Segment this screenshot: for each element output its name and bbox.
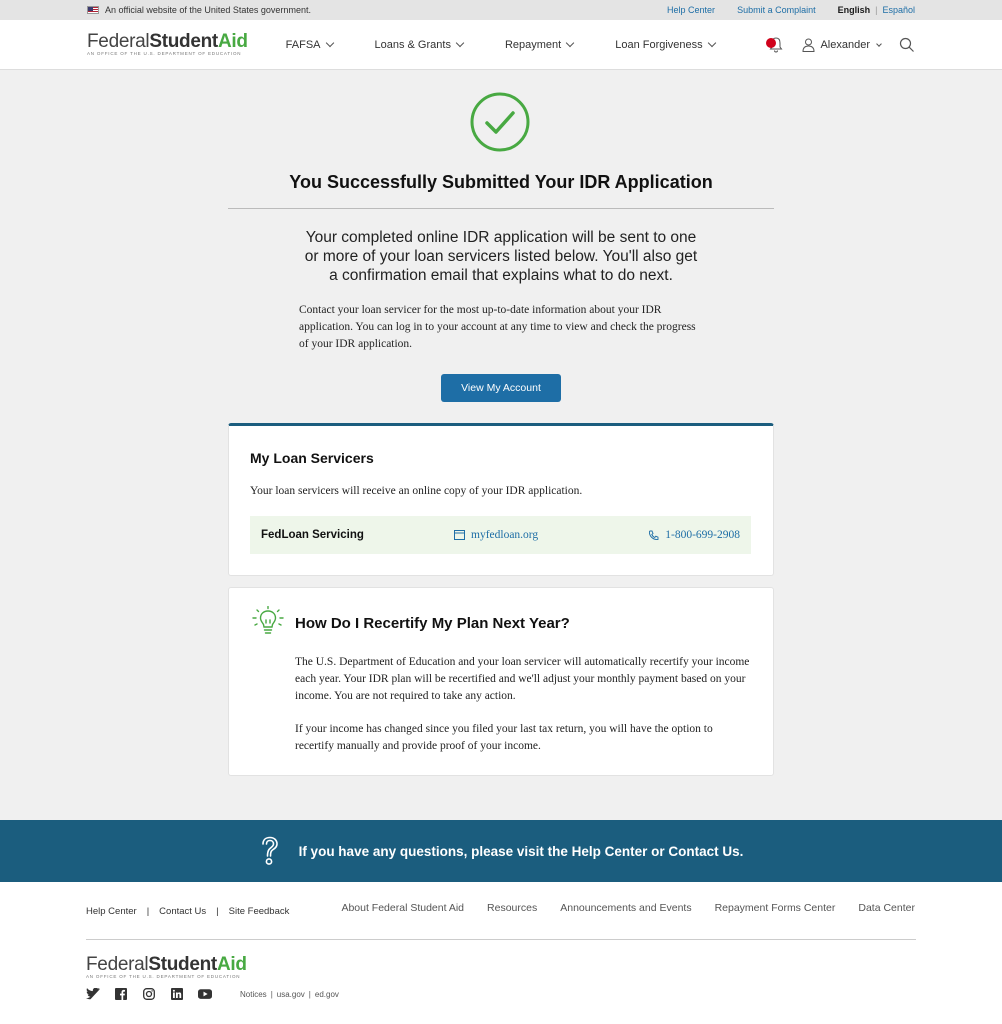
legal-separator: | <box>308 989 311 999</box>
instagram-icon[interactable] <box>142 988 156 1000</box>
user-icon <box>802 38 815 52</box>
help-band-text[interactable]: If you have any questions, please visit … <box>299 844 744 859</box>
site-footer: Help Center | Contact Us | Site Feedback… <box>0 882 1002 1024</box>
footer-help-center-link[interactable]: Help Center <box>86 906 137 917</box>
search-icon[interactable] <box>899 37 915 53</box>
servicer-phone-link[interactable]: 1-800-699-2908 <box>648 529 740 541</box>
notification-bell-icon[interactable] <box>766 36 784 54</box>
youtube-icon[interactable] <box>198 988 212 1000</box>
nav-loan-forgiveness[interactable]: Loan Forgiveness <box>615 38 716 51</box>
nav-loans-grants[interactable]: Loans & Grants <box>374 38 465 51</box>
legal-separator: | <box>270 989 273 999</box>
logo-federal: Federal <box>87 31 150 53</box>
servicer-row: FedLoan Servicing myfedloan.org 1-800-69… <box>250 516 751 554</box>
logo-student: Student <box>148 954 217 975</box>
ed-gov-link[interactable]: ed.gov <box>315 990 339 999</box>
us-flag-icon <box>87 6 99 14</box>
footer-data-center-link[interactable]: Data Center <box>858 902 915 914</box>
footer-resources-link[interactable]: Resources <box>487 902 537 914</box>
banner-help-center-link[interactable]: Help Center <box>667 5 715 15</box>
footer-fsa-logo[interactable]: FederalStudentAid An OFFICE of the U.S. … <box>86 955 247 980</box>
chevron-down-icon <box>325 38 334 48</box>
logo-student: Student <box>149 31 218 53</box>
recertify-paragraph-2: If your income has changed since you fil… <box>295 723 713 752</box>
lightbulb-icon <box>252 606 284 634</box>
nav-label: Loans & Grants <box>374 38 451 51</box>
question-icon <box>261 836 278 865</box>
chevron-down-icon <box>707 38 716 48</box>
logo-aid: Aid <box>217 31 248 53</box>
recertify-card: How Do I Recertify My Plan Next Year? Th… <box>228 587 774 776</box>
servicer-phone-text: 1-800-699-2908 <box>665 529 740 541</box>
gov-banner: An official website of the United States… <box>0 0 1002 20</box>
linkedin-icon[interactable] <box>170 988 184 1000</box>
usa-gov-link[interactable]: usa.gov <box>277 990 305 999</box>
view-my-account-button[interactable]: View My Account <box>441 374 561 402</box>
recertify-paragraph-1: The U.S. Department of Education and you… <box>295 656 750 702</box>
nav-fafsa[interactable]: FAFSA <box>285 38 334 51</box>
phone-icon <box>649 530 659 540</box>
main-nav: FAFSA Loans & Grants Repayment Loan Forg… <box>286 39 757 51</box>
lang-separator: | <box>875 5 878 15</box>
facebook-icon[interactable] <box>114 988 128 1000</box>
chevron-down-icon <box>565 38 575 48</box>
nav-repayment[interactable]: Repayment <box>504 38 575 51</box>
logo-aid: Aid <box>216 954 247 975</box>
help-band: If you have any questions, please visit … <box>0 820 1002 882</box>
footer-repayment-forms-link[interactable]: Repayment Forms Center <box>715 902 836 914</box>
footer-left-links: Help Center | Contact Us | Site Feedback <box>86 906 289 917</box>
chevron-down-icon <box>455 38 465 48</box>
footer-contact-us-link[interactable]: Contact Us <box>159 906 206 917</box>
servicer-website-link[interactable]: myfedloan.org <box>454 529 538 541</box>
logo-wordmark: FederalStudentAid <box>87 32 248 51</box>
loan-servicers-description: Your loan servicers will receive an onli… <box>250 485 583 497</box>
servicer-name: FedLoan Servicing <box>261 529 364 541</box>
logo-tagline: An OFFICE of the U.S. DEPARTMENT of EDUC… <box>87 51 242 57</box>
footer-separator: | <box>216 906 219 917</box>
footer-right-links: About Federal Student Aid Resources Anno… <box>341 902 915 914</box>
logo-tagline: An OFFICE of the U.S. DEPARTMENT of EDUC… <box>86 974 241 979</box>
legal-links: Notices | usa.gov | ed.gov <box>240 990 339 999</box>
page-title: You Successfully Submitted Your IDR Appl… <box>289 172 713 192</box>
lang-english[interactable]: English <box>838 5 871 15</box>
body-text: Contact your loan servicer for the most … <box>299 304 696 350</box>
gov-banner-left: An official website of the United States… <box>87 5 311 15</box>
social-links: Notices | usa.gov | ed.gov <box>86 988 339 1000</box>
chevron-down-icon <box>876 41 882 47</box>
footer-announcements-link[interactable]: Announcements and Events <box>560 902 691 914</box>
lang-espanol[interactable]: Español <box>882 5 915 15</box>
notices-link[interactable]: Notices <box>240 990 267 999</box>
website-icon <box>454 530 465 540</box>
twitter-icon[interactable] <box>86 988 100 1000</box>
footer-site-feedback-link[interactable]: Site Feedback <box>229 906 290 917</box>
banner-submit-complaint-link[interactable]: Submit a Complaint <box>737 5 816 15</box>
language-switcher: English | Español <box>838 5 915 15</box>
nav-label: Repayment <box>504 38 562 51</box>
gov-banner-text: An official website of the United States… <box>105 5 311 15</box>
loan-servicers-title: My Loan Servicers <box>250 450 374 466</box>
nav-label: Loan Forgiveness <box>615 38 703 51</box>
footer-divider <box>86 939 916 940</box>
user-menu[interactable]: Alexander <box>802 38 882 52</box>
header-actions: Alexander <box>766 20 915 70</box>
user-name: Alexander <box>820 39 870 51</box>
footer-separator: | <box>146 906 150 917</box>
recertify-title: How Do I Recertify My Plan Next Year? <box>295 615 570 632</box>
fsa-logo[interactable]: FederalStudentAid An OFFICE of the U.S. … <box>87 32 248 57</box>
check-circle-icon <box>470 92 530 152</box>
footer-about-link[interactable]: About Federal Student Aid <box>341 902 464 914</box>
logo-federal: Federal <box>86 954 149 975</box>
servicer-website-text: myfedloan.org <box>471 529 539 541</box>
loan-servicers-card: My Loan Servicers Your loan servicers wi… <box>228 423 774 576</box>
title-divider <box>228 208 774 209</box>
gov-banner-right: Help Center Submit a Complaint English |… <box>667 5 915 15</box>
nav-label: FAFSA <box>285 38 321 51</box>
lead-text: Your completed online IDR application wi… <box>304 229 698 284</box>
logo-wordmark: FederalStudentAid <box>86 955 247 974</box>
site-header: FederalStudentAid An OFFICE of the U.S. … <box>0 20 1002 70</box>
